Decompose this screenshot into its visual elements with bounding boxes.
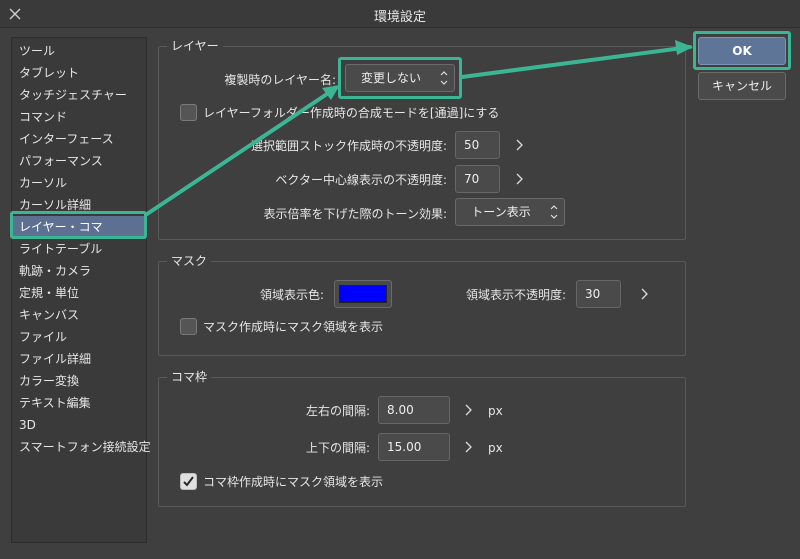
mask-opacity-label: 領域表示不透明度: bbox=[465, 288, 566, 302]
updown-chevron-icon bbox=[550, 205, 558, 219]
vertical-gap-unit: px bbox=[488, 441, 503, 455]
mask-settings-group: マスク bbox=[158, 254, 686, 356]
sidebar-item-command[interactable]: コマンド bbox=[12, 106, 146, 128]
duplicate-name-value: 変更しない bbox=[360, 71, 421, 85]
sidebar-item-trajectory-camera[interactable]: 軌跡・カメラ bbox=[12, 260, 146, 282]
horizontal-gap-label: 左右の間隔: bbox=[305, 404, 370, 418]
chevron-right-icon[interactable] bbox=[514, 172, 524, 186]
sidebar-item-light-table[interactable]: ライトテーブル bbox=[12, 238, 146, 260]
sidebar-item-smartphone-connection[interactable]: スマートフォン接続設定 bbox=[12, 436, 151, 458]
tone-effect-select[interactable]: トーン表示 bbox=[455, 198, 565, 226]
sidebar-item-interface[interactable]: インターフェース bbox=[12, 128, 146, 150]
sidebar-item-canvas[interactable]: キャンバス bbox=[12, 304, 146, 326]
frame-group-title: コマ枠 bbox=[167, 370, 212, 384]
checkmark-icon bbox=[183, 476, 194, 487]
ok-button[interactable]: OK bbox=[698, 37, 786, 65]
tone-effect-label: 表示倍率を下げた際のトーン効果: bbox=[263, 207, 447, 221]
sidebar-item-ruler-unit[interactable]: 定規・単位 bbox=[12, 282, 146, 304]
horizontal-gap-field[interactable]: 8.00 bbox=[378, 396, 450, 424]
window-title: 環境設定 bbox=[373, 10, 426, 25]
sidebar: ツール タブレット タッチジェスチャー コマンド インターフェース パフォーマン… bbox=[11, 37, 151, 543]
chevron-right-icon[interactable] bbox=[639, 287, 649, 301]
frame-show-mask-checkbox[interactable] bbox=[180, 473, 197, 490]
mask-color-swatch[interactable] bbox=[334, 280, 392, 308]
sidebar-item-file-detail[interactable]: ファイル詳細 bbox=[12, 348, 146, 370]
frame-show-mask-label: コマ枠作成時にマスク領域を表示 bbox=[203, 475, 384, 489]
vector-opacity-field[interactable]: 70 bbox=[455, 165, 500, 193]
mask-color-fill bbox=[339, 285, 387, 303]
tone-effect-value: トーン表示 bbox=[471, 205, 531, 219]
mask-show-on-create-label: マスク作成時にマスク領域を表示 bbox=[203, 320, 384, 334]
sidebar-item-color-conversion[interactable]: カラー変換 bbox=[12, 370, 146, 392]
folder-blend-checkbox[interactable] bbox=[180, 104, 197, 121]
sidebar-item-3d[interactable]: 3D bbox=[12, 414, 146, 436]
chevron-right-icon[interactable] bbox=[514, 138, 524, 152]
cancel-button[interactable]: キャンセル bbox=[698, 72, 786, 100]
duplicate-name-select[interactable]: 変更しない bbox=[345, 64, 455, 92]
title-bar: 環境設定 bbox=[0, 0, 800, 28]
sidebar-item-file[interactable]: ファイル bbox=[12, 326, 146, 348]
duplicate-name-label: 複製時のレイヤー名: bbox=[224, 73, 336, 87]
sidebar-item-tool[interactable]: ツール bbox=[12, 40, 146, 62]
horizontal-gap-unit: px bbox=[488, 404, 503, 418]
mask-group-title: マスク bbox=[167, 254, 212, 268]
vertical-gap-label: 上下の間隔: bbox=[305, 441, 370, 455]
mask-opacity-field[interactable]: 30 bbox=[576, 280, 621, 308]
selection-opacity-field[interactable]: 50 bbox=[455, 131, 500, 159]
updown-chevron-icon bbox=[440, 71, 448, 85]
mask-show-on-create-checkbox[interactable] bbox=[180, 318, 197, 335]
chevron-right-icon[interactable] bbox=[463, 403, 473, 417]
vertical-gap-field[interactable]: 15.00 bbox=[378, 433, 450, 461]
sidebar-item-layer-frame[interactable]: レイヤー・コマ bbox=[12, 216, 146, 238]
sidebar-item-cursor[interactable]: カーソル bbox=[12, 172, 146, 194]
sidebar-item-text-edit[interactable]: テキスト編集 bbox=[12, 392, 146, 414]
chevron-right-icon[interactable] bbox=[463, 440, 473, 454]
sidebar-item-performance[interactable]: パフォーマンス bbox=[12, 150, 146, 172]
folder-blend-label: レイヤーフォルダー作成時の合成モードを[通過]にする bbox=[203, 106, 500, 120]
vector-opacity-label: ベクター中心線表示の不透明度: bbox=[275, 173, 447, 187]
mask-color-label: 領域表示色: bbox=[259, 288, 324, 302]
sidebar-item-tablet[interactable]: タブレット bbox=[12, 62, 146, 84]
sidebar-item-cursor-detail[interactable]: カーソル詳細 bbox=[12, 194, 146, 216]
selection-opacity-label: 選択範囲ストック作成時の不透明度: bbox=[250, 139, 447, 153]
layer-group-title: レイヤー bbox=[167, 39, 223, 53]
sidebar-item-touch-gesture[interactable]: タッチジェスチャー bbox=[12, 84, 146, 106]
